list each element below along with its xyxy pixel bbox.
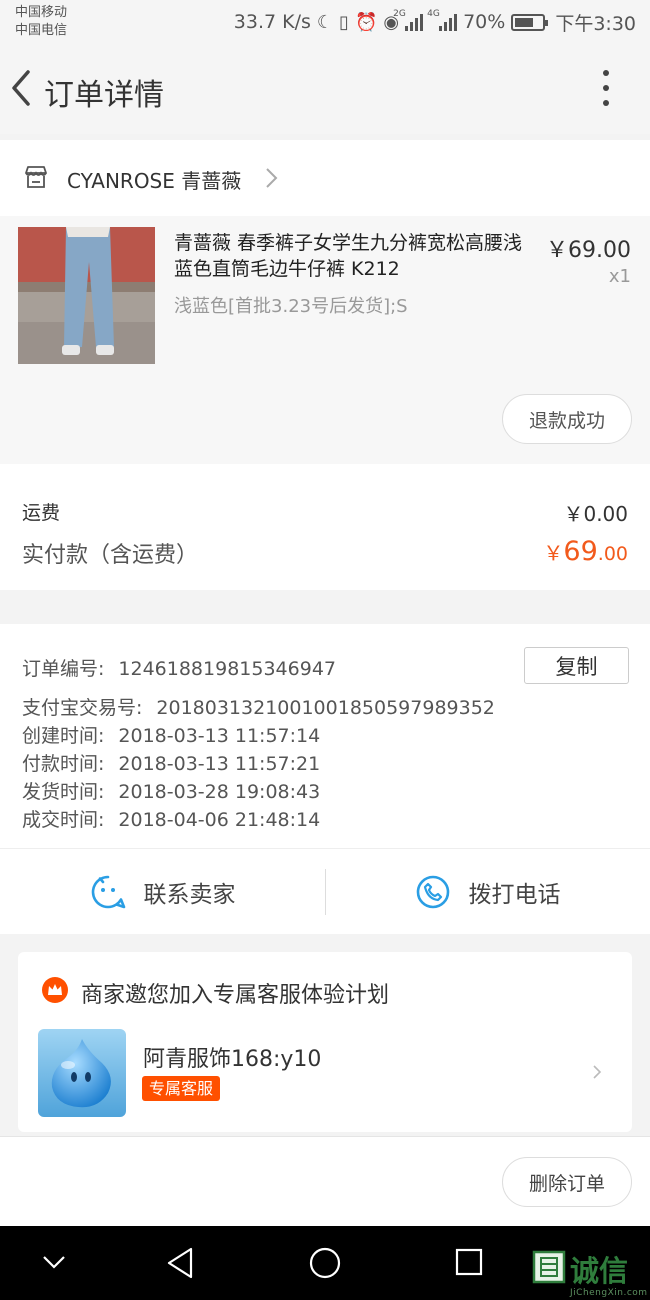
paid-time-row: 付款时间: 2018-03-13 11:57:21	[22, 749, 320, 776]
service-promo-card: 商家邀您加入专属客服体验计划 阿青服饰168:y10 专属客服	[18, 952, 632, 1132]
refund-status-button[interactable]: 退款成功	[502, 394, 632, 444]
status-icons: 33.7 K/s ☾ ▯ ⏰ ◉ 2G 4G 70% 下午3:30	[234, 9, 636, 35]
promo-title: 商家邀您加入专属客服体验计划	[81, 983, 390, 1008]
network-type-2: 4G	[427, 9, 440, 19]
paid-amount: ￥69.00	[543, 536, 628, 567]
info-label: 订单编号:	[22, 658, 105, 680]
status-bar: 中国移动 中国电信 33.7 K/s ☾ ▯ ⏰ ◉ 2G 4G 70% 下午3…	[0, 0, 650, 44]
more-dot-icon	[603, 85, 609, 91]
chevron-down-icon[interactable]	[40, 1253, 68, 1271]
info-label: 成交时间:	[22, 809, 105, 831]
battery-fill	[515, 17, 534, 27]
more-dot-icon	[603, 70, 609, 76]
title-bar: 订单详情	[0, 44, 650, 134]
agent-badge: 专属客服	[142, 1076, 221, 1101]
order-number-row: 订单编号: 124618819815346947	[22, 654, 336, 681]
shipping-label: 运费	[22, 502, 61, 524]
paid-integer: 69	[563, 536, 598, 567]
info-label: 支付宝交易号:	[22, 697, 143, 719]
nav-home-icon[interactable]	[308, 1246, 342, 1280]
network-speed: 33.7 K/s	[233, 11, 311, 33]
created-time-row: 创建时间: 2018-03-13 11:57:14	[22, 721, 320, 748]
more-dot-icon	[603, 100, 609, 106]
page-title: 订单详情	[44, 78, 164, 113]
carrier-info: 中国移动 中国电信	[15, 4, 67, 40]
call-phone-button[interactable]: 拨打电话	[325, 849, 650, 935]
product-sku: 浅蓝色[首批3.23号后发货];S	[174, 296, 408, 317]
contact-seller-button[interactable]: 联系卖家	[0, 849, 325, 935]
product-title: 青蔷薇 春季裤子女学生九分裤宽松高腰浅蓝色直筒毛边牛仔裤 K212	[174, 232, 523, 280]
price-summary: 运费 ￥0.00 实付款（含运费） ￥69.00	[0, 464, 650, 590]
back-button[interactable]	[8, 68, 38, 108]
info-label: 付款时间:	[22, 753, 105, 775]
info-value: 2018031321001001850597989352	[156, 697, 495, 719]
order-info: 订单编号: 124618819815346947 复制 支付宝交易号: 201803…	[0, 624, 650, 848]
info-label: 发货时间:	[22, 781, 105, 803]
info-label: 创建时间:	[22, 725, 105, 747]
chat-smile-icon	[91, 875, 125, 909]
product-price: ￥69.00	[546, 238, 631, 263]
watermark-text: 诚信	[570, 1254, 629, 1288]
watermark-logo-icon	[532, 1250, 566, 1284]
wangwang-mascot-icon	[38, 1029, 126, 1117]
info-value: 2018-03-13 11:57:21	[118, 753, 321, 775]
nav-recents-icon[interactable]	[454, 1247, 484, 1277]
watermark-url: JiChengXin.com	[570, 1288, 648, 1298]
product-photo	[18, 227, 155, 364]
battery-icon	[511, 13, 549, 31]
chevron-right-icon	[266, 168, 278, 188]
call-phone-label: 拨打电话	[468, 882, 561, 908]
chevron-right-icon[interactable]	[592, 1064, 602, 1080]
moon-icon: ☾	[316, 11, 334, 33]
shop-name: CYANROSE 青蔷薇	[67, 169, 242, 193]
carrier-1: 中国移动	[15, 5, 68, 20]
watermark: 诚信 JiChengXin.com	[532, 1248, 650, 1300]
agent-name: 阿青服饰168:y10	[143, 1047, 322, 1072]
crown-badge-icon	[42, 977, 68, 1003]
paid-label: 实付款（含运费）	[22, 543, 199, 568]
product-quantity: x1	[608, 266, 631, 287]
product-image[interactable]	[18, 227, 155, 364]
chevron-left-icon	[12, 70, 30, 106]
info-value: 2018-03-28 19:08:43	[118, 781, 321, 803]
phone-icon	[416, 875, 449, 909]
copy-button[interactable]: 复制	[524, 647, 629, 684]
network-type-1: 2G	[393, 9, 406, 19]
signal-icon-2: 4G	[427, 9, 458, 31]
shipping-value: ￥0.00	[563, 502, 628, 526]
battery-percent: 70%	[463, 11, 506, 33]
info-value: 124618819815346947	[118, 658, 336, 680]
signal-icon-1: 2G	[393, 9, 424, 31]
shop-row[interactable]: CYANROSE 青蔷薇	[0, 140, 650, 216]
shipped-time-row: 发货时间: 2018-03-28 19:08:43	[22, 777, 320, 804]
completed-time-row: 成交时间: 2018-04-06 21:48:14	[22, 805, 320, 832]
contact-bar: 联系卖家 拨打电话	[0, 848, 650, 934]
alarm-icon: ⏰	[354, 11, 378, 33]
info-value: 2018-04-06 21:48:14	[118, 809, 321, 831]
store-icon	[25, 166, 47, 188]
contact-seller-label: 联系卖家	[143, 882, 236, 908]
vibrate-icon: ▯	[339, 11, 349, 33]
product-card[interactable]: 青蔷薇 春季裤子女学生九分裤宽松高腰浅蓝色直筒毛边牛仔裤 K212 浅蓝色[首批…	[0, 216, 650, 464]
more-menu-button[interactable]	[596, 70, 616, 106]
agent-avatar[interactable]	[38, 1029, 126, 1117]
alipay-trade-row: 支付宝交易号: 2018031321001001850597989352	[22, 693, 495, 720]
clock: 下午3:30	[555, 12, 636, 35]
nav-back-icon[interactable]	[165, 1246, 195, 1280]
paid-decimal: .00	[597, 543, 628, 565]
info-value: 2018-03-13 11:57:14	[118, 725, 321, 747]
bottom-action-bar: 删除订单	[0, 1136, 650, 1226]
delete-order-button[interactable]: 删除订单	[502, 1157, 632, 1207]
paid-currency: ￥	[543, 541, 564, 565]
carrier-2: 中国电信	[15, 23, 68, 38]
